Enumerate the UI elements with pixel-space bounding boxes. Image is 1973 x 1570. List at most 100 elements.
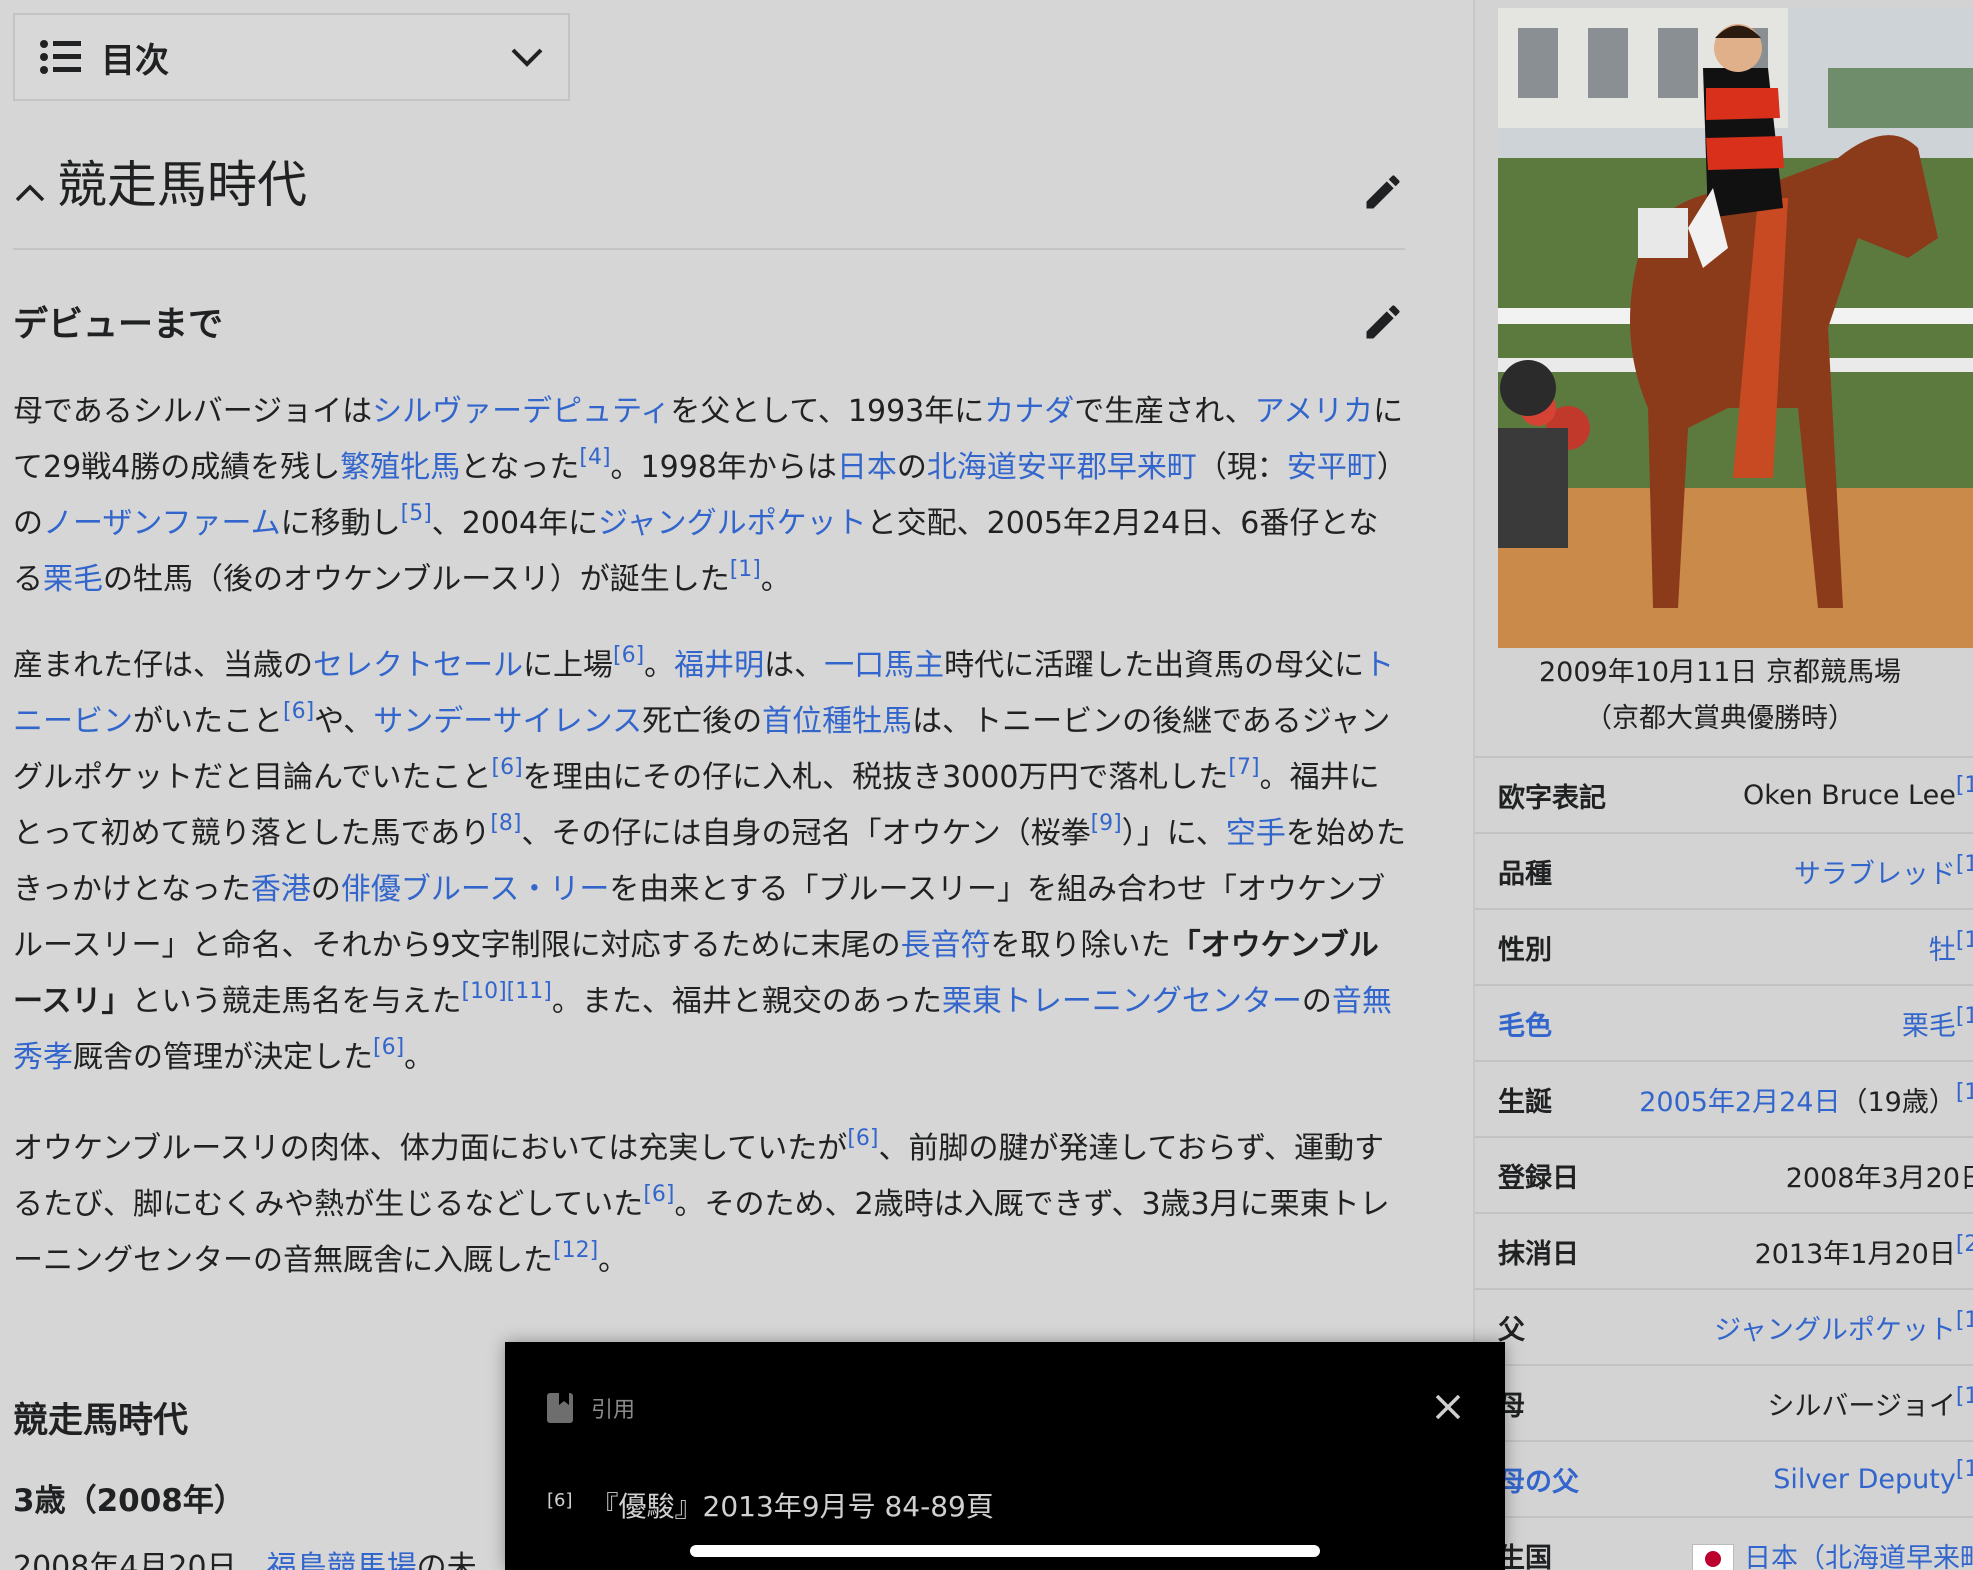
- section-heading: 競走馬時代: [13, 150, 1405, 250]
- text-run: に移動し: [280, 506, 401, 541]
- article-link[interactable]: 俳優: [341, 872, 401, 907]
- infobox-value-text[interactable]: 2005年2月24日: [1639, 1087, 1840, 1118]
- text-run: に上場: [523, 648, 613, 683]
- home-indicator[interactable]: [690, 1545, 1320, 1557]
- infobox-value-text: シルバージョイ: [1767, 1390, 1956, 1422]
- citation-body: 『優駿』2013年9月号 84-89頁: [590, 1490, 994, 1523]
- reference-link[interactable]: [10]: [462, 979, 507, 1004]
- reference-link[interactable]: [9]: [1091, 811, 1122, 836]
- reference-link[interactable]: [11]: [507, 979, 552, 1004]
- reference-link[interactable]: [1]: [1956, 852, 1973, 877]
- close-icon[interactable]: [1431, 1390, 1465, 1424]
- subsection-title: デビューまで: [13, 305, 224, 345]
- infobox-value-text: Oken Bruce Lee: [1743, 779, 1956, 811]
- article-link[interactable]: 安平町: [1287, 450, 1377, 485]
- article-link[interactable]: 早来町: [1107, 450, 1197, 485]
- article-link[interactable]: 安平郡: [1017, 450, 1107, 485]
- partial-text: 2008年4月20日、: [13, 1550, 267, 1570]
- link-fukushima[interactable]: 福島競馬場: [267, 1550, 417, 1570]
- infobox-value-text[interactable]: ジャングルポケット: [1714, 1315, 1956, 1346]
- infobox-row: 父 ジャングルポケット[1]: [1475, 1288, 1973, 1364]
- article-link[interactable]: 一口馬主: [824, 648, 944, 683]
- text-run: となった: [460, 450, 580, 485]
- reference-link[interactable]: [1]: [1956, 928, 1973, 953]
- article-link[interactable]: アメリカ: [1255, 394, 1374, 429]
- article-link[interactable]: 日本: [837, 450, 897, 485]
- paragraph-3: オウケンブルースリの肉体、体力面においては充実していたが[6]、前脚の腱が発達し…: [13, 1121, 1408, 1289]
- article-link[interactable]: 繁殖牝馬: [340, 450, 460, 485]
- infobox-value-text[interactable]: Silver Deputy: [1773, 1464, 1956, 1495]
- article-link[interactable]: 長音符: [901, 928, 991, 963]
- infobox-value-extra: （19歳）: [1840, 1086, 1956, 1118]
- article-link[interactable]: ジャングルポケット: [598, 506, 867, 541]
- infobox-value-text[interactable]: サラブレッド: [1794, 859, 1956, 890]
- photo-caption: 2009年10月11日 京都競馬場 （京都大賞典優勝時）: [1475, 650, 1965, 742]
- infobox-value: Oken Bruce Lee[1]: [1743, 774, 1973, 811]
- popup-header-label: 引用: [591, 1398, 636, 1423]
- reference-link[interactable]: [1]: [1956, 1384, 1973, 1409]
- infobox-value-text[interactable]: 牡: [1929, 935, 1956, 966]
- infobox-value: シルバージョイ[1]: [1767, 1384, 1973, 1423]
- horse-photo[interactable]: [1498, 8, 1973, 648]
- text-run: 、その仔には自身の冠名「オウケン（桜拳: [521, 816, 1091, 851]
- reference-link[interactable]: [6]: [613, 643, 644, 668]
- infobox-label: 品種: [1498, 858, 1552, 890]
- text-run: 死亡後の: [642, 704, 763, 739]
- article-link[interactable]: 福井明: [674, 648, 764, 683]
- text-run: 時代に活躍した出資馬の母父に: [944, 648, 1365, 683]
- reference-link[interactable]: [12]: [553, 1238, 598, 1263]
- article-link[interactable]: 首位種牡馬: [762, 704, 912, 739]
- reference-link[interactable]: [6]: [847, 1126, 878, 1151]
- edit-pencil-icon[interactable]: [1361, 300, 1405, 344]
- subsection-heading: デビューまで: [13, 296, 1405, 347]
- text-run: （現：: [1196, 450, 1287, 485]
- infobox-value: 牡[1]: [1929, 928, 1973, 967]
- reference-link[interactable]: [6]: [373, 1035, 404, 1060]
- text-run: 。また、福井と親交のあった: [551, 984, 942, 1019]
- reference-link[interactable]: [1]: [1956, 1308, 1973, 1333]
- text-run: 母であるシルバージョイは: [13, 394, 373, 429]
- infobox-value-extra: （北海道早来町: [1798, 1542, 1973, 1570]
- text-run: を理由にその仔に入札、税抜き3000万円で落札した: [522, 760, 1229, 795]
- article-link[interactable]: 空手: [1226, 816, 1286, 851]
- infobox-value-text[interactable]: 日本: [1744, 1543, 1798, 1570]
- reference-link[interactable]: [8]: [490, 811, 521, 836]
- toc-toggle[interactable]: 目次: [13, 13, 570, 101]
- article-link[interactable]: カナダ: [984, 394, 1074, 429]
- text-run: は、: [764, 648, 825, 683]
- infobox-value: ジャングルポケット[1]: [1714, 1308, 1973, 1347]
- reference-link[interactable]: [6]: [492, 755, 523, 780]
- article-link[interactable]: 栗毛: [43, 562, 103, 597]
- reference-link[interactable]: [4]: [579, 445, 610, 470]
- reference-link[interactable]: [2]: [1956, 1232, 1973, 1257]
- text-run: オウケンブルースリの肉体、体力面においては充実していたが: [13, 1131, 848, 1166]
- article-link[interactable]: シルヴァーデピュティ: [372, 394, 670, 429]
- article-link[interactable]: 北海道: [927, 450, 1017, 485]
- infobox-value-text[interactable]: 栗毛: [1902, 1011, 1956, 1042]
- reference-link[interactable]: [1]: [730, 557, 761, 582]
- toc-label: 目次: [101, 40, 169, 81]
- article-link[interactable]: 栗東トレーニングセンター: [942, 984, 1302, 1019]
- edit-pencil-icon[interactable]: [1361, 170, 1405, 214]
- chevron-up-icon[interactable]: [13, 176, 47, 210]
- article-link[interactable]: セレクトセール: [313, 648, 523, 683]
- reference-link[interactable]: [7]: [1228, 755, 1259, 780]
- section-heading-lower: 競走馬時代: [13, 1401, 189, 1441]
- reference-link[interactable]: [1]: [1956, 1080, 1973, 1105]
- infobox-value: サラブレッド[1]: [1794, 852, 1973, 891]
- infobox-label: 登録日: [1498, 1162, 1579, 1194]
- article-link[interactable]: ノーザンファーム: [43, 506, 281, 541]
- reference-link[interactable]: [6]: [643, 1182, 674, 1207]
- reference-link[interactable]: [5]: [401, 501, 432, 526]
- infobox-label[interactable]: 毛色: [1475, 1004, 1625, 1043]
- article-link[interactable]: ブルース・リー: [401, 872, 610, 907]
- reference-link[interactable]: [6]: [283, 699, 314, 724]
- reference-link[interactable]: [1]: [1956, 773, 1973, 798]
- infobox-row: 生誕 2005年2月24日（19歳）[1]: [1475, 1060, 1973, 1136]
- reference-link[interactable]: [1]: [1956, 1004, 1973, 1029]
- article-link[interactable]: サンデーサイレンス: [373, 704, 642, 739]
- reference-link[interactable]: [1]: [1956, 1457, 1973, 1482]
- infobox-row: 登録日 2008年3月20日: [1475, 1136, 1973, 1212]
- subsection-heading-lower: 3歳（2008年）: [13, 1483, 245, 1519]
- article-link[interactable]: 香港: [251, 872, 311, 907]
